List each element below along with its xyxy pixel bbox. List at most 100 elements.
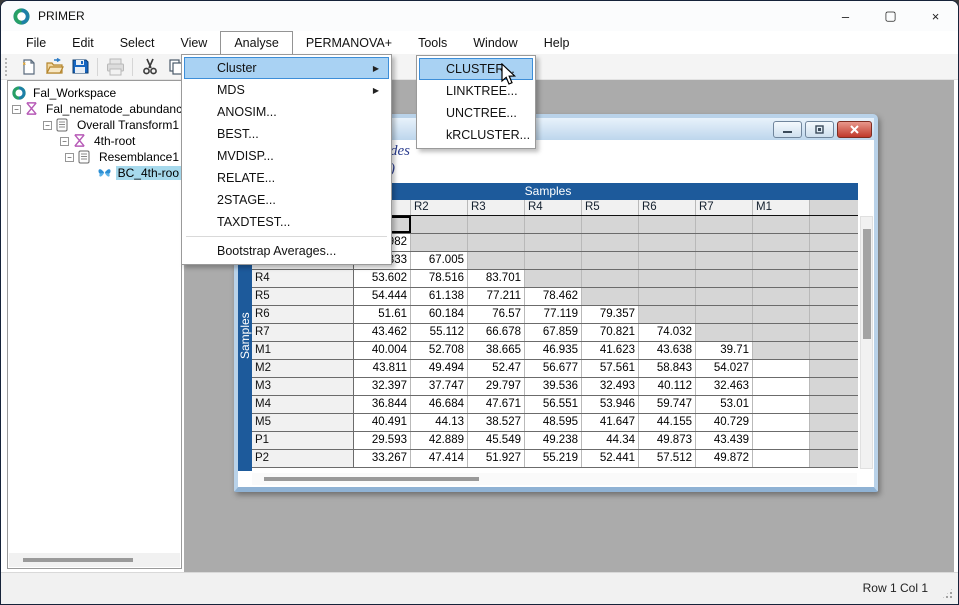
menu-help[interactable]: Help — [531, 31, 583, 54]
cluster-submenu-item-unctree[interactable]: UNCTREE... — [419, 102, 533, 124]
matrix-cell-m4-r2[interactable]: 46.684 — [411, 396, 468, 413]
tree-item-4th-root[interactable]: −4th-root — [12, 133, 181, 149]
matrix-cell-r5-r6[interactable] — [639, 288, 696, 305]
matrix-cell-m1-m1[interactable] — [753, 342, 810, 359]
matrix-cell-r7-r3[interactable]: 66.678 — [468, 324, 525, 341]
matrix-cell-r6-r3[interactable]: 76.57 — [468, 306, 525, 323]
matrix-cell-r7-r7[interactable] — [696, 324, 753, 341]
matrix-cell-m4-r1[interactable]: 36.844 — [354, 396, 411, 413]
matrix-cell-r1-r3[interactable] — [468, 216, 525, 233]
matrix-cell-p2-r2[interactable]: 47.414 — [411, 450, 468, 467]
matrix-cell-r3-m1[interactable] — [753, 252, 810, 269]
matrix-cell-r1-r4[interactable] — [525, 216, 582, 233]
matrix-cell-p2-r4[interactable]: 55.219 — [525, 450, 582, 467]
matrix-cell-m5-m1[interactable] — [753, 414, 810, 431]
tree-horizontal-scrollbar[interactable] — [9, 553, 180, 567]
matrix-cell-p2-r1[interactable]: 33.267 — [354, 450, 411, 467]
tree-scrollbar-thumb[interactable] — [23, 558, 133, 562]
analyse-menu-item-mvdisp[interactable]: MVDISP... — [184, 145, 389, 167]
matrix-cell-r7-r2[interactable]: 55.112 — [411, 324, 468, 341]
row-header-p1[interactable]: P1 — [252, 432, 354, 449]
matrix-cell-m3-r1[interactable]: 32.397 — [354, 378, 411, 395]
matrix-cell-p1-r4[interactable]: 49.238 — [525, 432, 582, 449]
matrix-cell-r6-m1[interactable] — [753, 306, 810, 323]
matrix-cell-m2-r3[interactable]: 52.47 — [468, 360, 525, 377]
tree-item-fal-workspace[interactable]: Fal_Workspace — [12, 85, 181, 101]
menu-permanova-[interactable]: PERMANOVA+ — [293, 31, 405, 54]
matrix-cell-r1-r6[interactable] — [639, 216, 696, 233]
row-header-m3[interactable]: M3 — [252, 378, 354, 395]
matrix-cell-r7-m1[interactable] — [753, 324, 810, 341]
matrix-cell-m1-r6[interactable]: 43.638 — [639, 342, 696, 359]
row-header-m4[interactable]: M4 — [252, 396, 354, 413]
matrix-cell-r2-r6[interactable] — [639, 234, 696, 251]
save-icon[interactable] — [67, 56, 93, 78]
maximize-button[interactable]: ▢ — [868, 1, 913, 31]
matrix-cell-p2-m1[interactable] — [753, 450, 810, 467]
grid-vertical-scrollbar[interactable] — [860, 216, 873, 469]
matrix-cell-r6-r6[interactable] — [639, 306, 696, 323]
row-header-r6[interactable]: R6 — [252, 306, 354, 323]
tree-item-label[interactable]: Fal_Workspace — [31, 86, 118, 100]
open-icon[interactable] — [41, 56, 67, 78]
tree-collapse-icon[interactable]: − — [65, 153, 74, 162]
grid-hscrollbar-thumb[interactable] — [264, 477, 479, 481]
matrix-cell-m4-r4[interactable]: 56.551 — [525, 396, 582, 413]
minimize-button[interactable]: – — [823, 1, 868, 31]
matrix-cell-r1-r5[interactable] — [582, 216, 639, 233]
matrix-cell-m3-r2[interactable]: 37.747 — [411, 378, 468, 395]
row-header-p2[interactable]: P2 — [252, 450, 354, 467]
document-minimize-button[interactable] — [773, 121, 802, 138]
new-workbook-icon[interactable] — [15, 56, 41, 78]
matrix-cell-p1-r6[interactable]: 49.873 — [639, 432, 696, 449]
tree-item-label[interactable]: Resemblance1 — [97, 150, 181, 164]
matrix-cell-m4-r3[interactable]: 47.671 — [468, 396, 525, 413]
matrix-cell-m5-r2[interactable]: 44.13 — [411, 414, 468, 431]
print-icon[interactable] — [102, 56, 128, 78]
matrix-cell-p1-r2[interactable]: 42.889 — [411, 432, 468, 449]
column-header-r6[interactable]: R6 — [639, 200, 696, 215]
matrix-cell-m3-r4[interactable]: 39.536 — [525, 378, 582, 395]
matrix-cell-r4-r3[interactable]: 83.701 — [468, 270, 525, 287]
column-header-m1[interactable]: M1 — [753, 200, 810, 215]
matrix-cell-r2-r5[interactable] — [582, 234, 639, 251]
matrix-cell-r3-r3[interactable] — [468, 252, 525, 269]
matrix-cell-r1-r7[interactable] — [696, 216, 753, 233]
analyse-menu-item-mds[interactable]: MDS▶ — [184, 79, 389, 101]
matrix-cell-r2-r7[interactable] — [696, 234, 753, 251]
grid-horizontal-scrollbar[interactable] — [252, 473, 857, 485]
matrix-cell-m3-r6[interactable]: 40.112 — [639, 378, 696, 395]
matrix-cell-p2-r3[interactable]: 51.927 — [468, 450, 525, 467]
matrix-cell-r3-r4[interactable] — [525, 252, 582, 269]
menu-tools[interactable]: Tools — [405, 31, 460, 54]
matrix-cell-r4-r6[interactable] — [639, 270, 696, 287]
tree-item-label[interactable]: Fal_nematode_abundance — [44, 102, 182, 116]
tree-collapse-icon[interactable]: − — [43, 121, 52, 130]
tree-item-overall-transform1[interactable]: −Overall Transform1 — [12, 117, 181, 133]
matrix-cell-r7-r5[interactable]: 70.821 — [582, 324, 639, 341]
matrix-cell-m5-r7[interactable]: 40.729 — [696, 414, 753, 431]
matrix-cell-m2-r6[interactable]: 58.843 — [639, 360, 696, 377]
matrix-cell-m2-r7[interactable]: 54.027 — [696, 360, 753, 377]
matrix-cell-m3-r3[interactable]: 29.797 — [468, 378, 525, 395]
analyse-menu-item-best[interactable]: BEST... — [184, 123, 389, 145]
matrix-cell-r6-r7[interactable] — [696, 306, 753, 323]
matrix-cell-r6-r1[interactable]: 51.61 — [354, 306, 411, 323]
matrix-cell-p1-r3[interactable]: 45.549 — [468, 432, 525, 449]
menu-view[interactable]: View — [167, 31, 220, 54]
column-header-r4[interactable]: R4 — [525, 200, 582, 215]
matrix-cell-r6-r2[interactable]: 60.184 — [411, 306, 468, 323]
analyse-menu-item-taxdtest[interactable]: TAXDTEST... — [184, 211, 389, 233]
matrix-cell-m5-r1[interactable]: 40.491 — [354, 414, 411, 431]
matrix-cell-m1-r3[interactable]: 38.665 — [468, 342, 525, 359]
matrix-cell-r2-r3[interactable] — [468, 234, 525, 251]
menu-window[interactable]: Window — [460, 31, 530, 54]
row-header-m2[interactable]: M2 — [252, 360, 354, 377]
analyse-menu-item-cluster[interactable]: Cluster▶ — [184, 57, 389, 79]
resize-grip[interactable] — [941, 587, 954, 600]
matrix-cell-m2-r2[interactable]: 49.494 — [411, 360, 468, 377]
tree-item-bc-4th-roo[interactable]: BC_4th-roo — [12, 165, 181, 181]
matrix-cell-p1-r5[interactable]: 44.34 — [582, 432, 639, 449]
menu-select[interactable]: Select — [107, 31, 168, 54]
analyse-menu-item-relate[interactable]: RELATE... — [184, 167, 389, 189]
